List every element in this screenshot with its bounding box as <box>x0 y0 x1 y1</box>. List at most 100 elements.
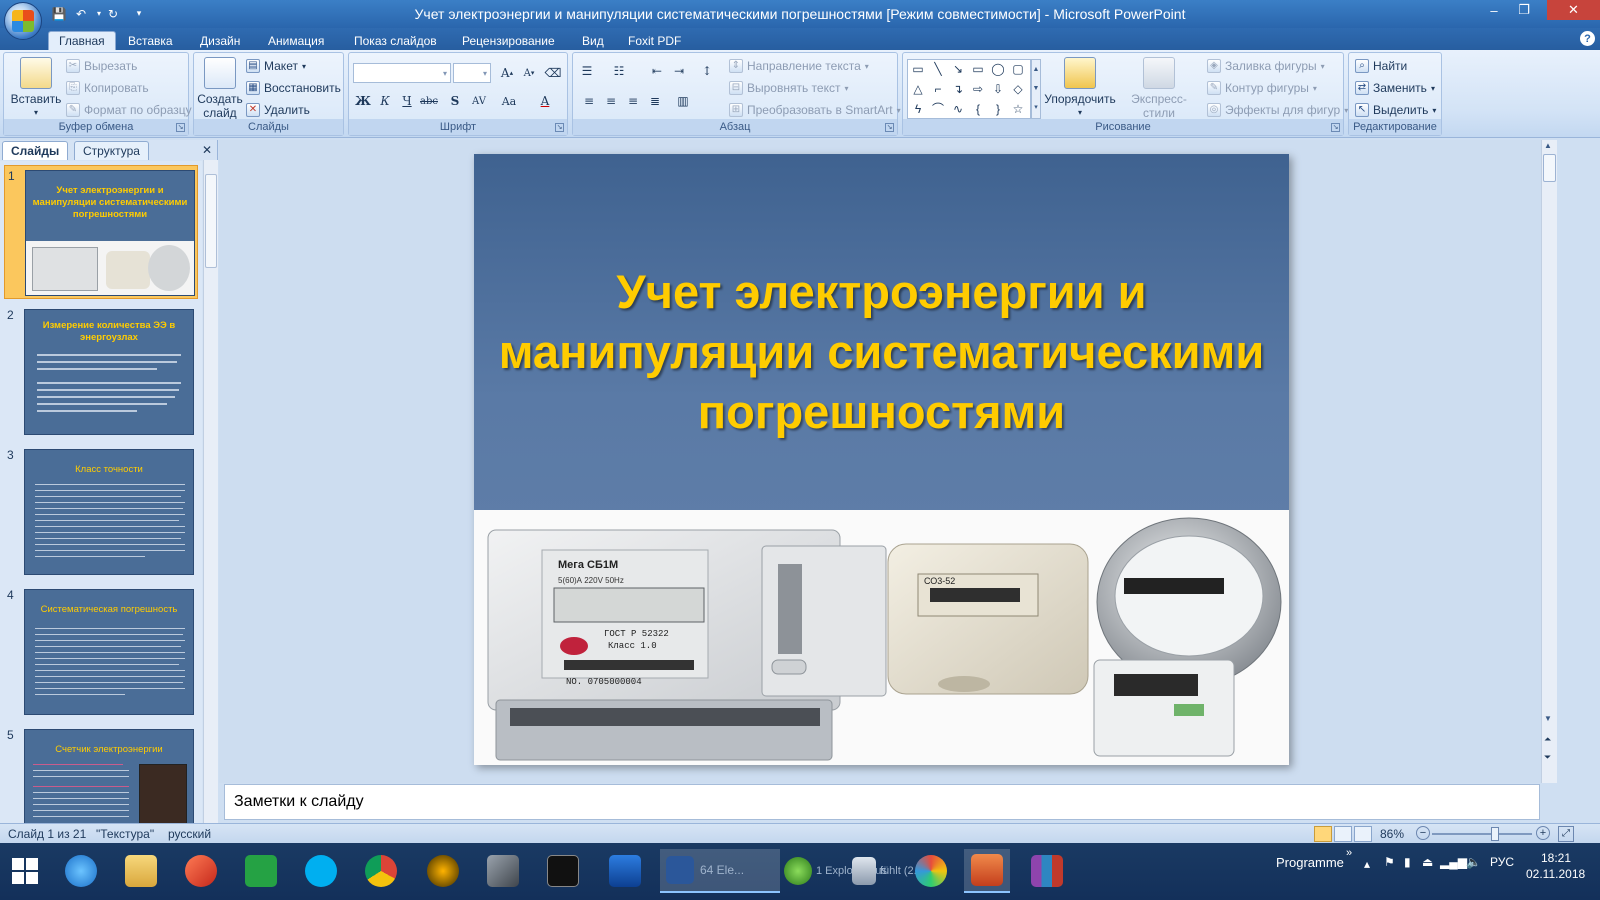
slide-thumbnail-4[interactable]: 4 Систематическая погрешность <box>4 585 198 719</box>
taskbar-chrome[interactable] <box>358 849 404 893</box>
keyboard-language[interactable]: РУС <box>1490 855 1514 869</box>
tray-arrow-icon[interactable]: ▴ <box>1364 857 1370 871</box>
zoom-out-icon[interactable]: − <box>1416 826 1430 840</box>
strikethrough-icon[interactable]: abc <box>419 91 439 111</box>
replace-button[interactable]: ⇄ Заменить ▾ <box>1355 81 1435 95</box>
tray-volume-icon[interactable]: 🔈 <box>1466 855 1481 869</box>
numbering-icon[interactable]: ☷ <box>609 61 629 81</box>
tray-signal-icon[interactable]: ▂▄▆ <box>1440 855 1467 869</box>
tray-usb-icon[interactable]: ⏏ <box>1422 855 1433 869</box>
scroll-down-icon[interactable]: ▼ <box>1544 714 1552 723</box>
arrange-button[interactable]: Упорядочить ▾ <box>1044 57 1116 120</box>
slide-title[interactable]: Учет электроэнергии и манипуляции систем… <box>494 262 1269 442</box>
bullets-icon[interactable]: ☰ <box>577 61 597 81</box>
taskbar-app-red[interactable] <box>178 849 224 893</box>
taskbar-store[interactable] <box>238 849 284 893</box>
freeform-shape-icon[interactable]: ◇ <box>1010 82 1026 96</box>
pane-tab-outline[interactable]: Структура <box>74 141 149 160</box>
minimize-button[interactable]: – <box>1480 0 1508 20</box>
clock-time[interactable]: 18:21 <box>1541 851 1571 865</box>
toolbar-chevron[interactable]: » <box>1346 847 1352 859</box>
clock-date[interactable]: 02.11.2018 <box>1526 867 1585 881</box>
right-brace-shape-icon[interactable]: } <box>990 102 1006 116</box>
right-arrow-shape-icon[interactable]: ⇨ <box>970 82 986 96</box>
align-left-icon[interactable]: ≡ <box>579 91 599 111</box>
align-text-button[interactable]: ⊟ Выровнять текст ▾ <box>729 81 849 95</box>
font-name-combo[interactable]: ▾ <box>353 63 451 83</box>
close-button[interactable]: ✕ <box>1547 0 1600 20</box>
slide-thumbnail-5[interactable]: 5 Счетчик электроэнергии <box>4 725 198 823</box>
smartart-button[interactable]: ⊞ Преобразовать в SmartArt ▾ <box>729 103 901 117</box>
notes-field[interactable]: Заметки к слайду <box>224 784 1540 820</box>
taskbar-winrar[interactable] <box>1024 849 1070 893</box>
slide-thumbnail-2[interactable]: 2 Измерение количества ЭЭ в энергоузлах <box>4 305 198 439</box>
rectangle-shape-icon[interactable]: ▭ <box>970 62 986 76</box>
office-button[interactable] <box>4 2 42 40</box>
shape-effects-button[interactable]: ◎ Эффекты для фигур ▾ <box>1207 103 1348 117</box>
taskbar-powerpoint[interactable] <box>964 849 1010 893</box>
taskbar-word[interactable]: 64 Ele... <box>660 849 780 893</box>
font-size-combo[interactable]: ▾ <box>453 63 491 83</box>
taskbar-ie[interactable] <box>58 849 104 893</box>
shrink-font-icon[interactable]: A ▾ <box>519 63 539 83</box>
slide-thumbnail-1[interactable]: 1 Учет электроэнергии и манипуляции сист… <box>4 165 198 299</box>
help-icon[interactable]: ? <box>1580 31 1595 46</box>
tab-animation[interactable]: Анимация <box>258 31 334 50</box>
arc-shape-icon[interactable]: ⌒ <box>930 102 946 116</box>
star-shape-icon[interactable]: ☆ <box>1010 102 1026 116</box>
shadow-icon[interactable]: S <box>445 91 465 111</box>
delete-slide-button[interactable]: ✕ Удалить <box>246 103 310 117</box>
taskbar-microphone[interactable] <box>480 849 526 893</box>
change-case-icon[interactable]: Aa <box>499 91 519 111</box>
layout-button[interactable]: ▤ Макет ▾ <box>246 59 306 73</box>
zoom-slider-knob[interactable] <box>1491 827 1499 841</box>
taskbar-paint[interactable] <box>908 849 954 893</box>
oval-shape-icon[interactable]: ◯ <box>990 62 1006 76</box>
curve-shape-icon[interactable]: ∿ <box>950 102 966 116</box>
lightning-shape-icon[interactable]: ϟ <box>910 102 926 116</box>
taskbar-network[interactable] <box>602 849 648 893</box>
cut-button[interactable]: ✂ Вырезать <box>66 59 137 73</box>
slideshow-view-icon[interactable] <box>1354 826 1372 842</box>
scroll-up-icon[interactable]: ▲ <box>1544 141 1552 150</box>
zoom-slider[interactable] <box>1432 833 1532 835</box>
new-slide-button[interactable]: Создать слайд <box>196 57 244 120</box>
slide-sorter-view-icon[interactable] <box>1334 826 1352 842</box>
customize-qat-icon[interactable]: ▾ <box>130 5 148 22</box>
taskbar-explorer[interactable] <box>118 849 164 893</box>
tab-slideshow[interactable]: Показ слайдов <box>344 31 447 50</box>
fit-to-window-icon[interactable]: ⤢ <box>1558 826 1574 842</box>
shape-outline-button[interactable]: ✎ Контур фигуры ▾ <box>1207 81 1317 95</box>
zoom-in-icon[interactable]: + <box>1536 826 1550 840</box>
line-shape-icon[interactable]: ╲ <box>930 62 946 76</box>
text-direction-button[interactable]: ⇕ Направление текста ▾ <box>729 59 869 73</box>
slide-scroll-thumb[interactable] <box>1543 154 1556 182</box>
arrow-line-shape-icon[interactable]: ↘ <box>950 62 966 76</box>
normal-view-icon[interactable] <box>1314 826 1332 842</box>
grow-font-icon[interactable]: A ▴ <box>497 63 517 83</box>
taskbar-aimp[interactable] <box>420 849 466 893</box>
maximize-button[interactable]: ❐ <box>1510 0 1538 20</box>
format-painter-button[interactable]: ✎ Формат по образцу <box>66 103 192 117</box>
triangle-shape-icon[interactable]: △ <box>910 82 926 96</box>
undo-icon[interactable]: ↶ <box>72 5 90 22</box>
tab-design[interactable]: Дизайн <box>190 31 250 50</box>
reset-button[interactable]: ▦ Восстановить <box>246 81 341 95</box>
line-spacing-icon[interactable]: ↕ <box>697 61 717 81</box>
clear-formatting-icon[interactable]: ⌫ <box>543 63 563 83</box>
elbow-connector-shape-icon[interactable]: ⌐ <box>930 82 946 96</box>
textbox-shape-icon[interactable]: ▭ <box>910 62 926 76</box>
bold-icon[interactable]: Ж <box>353 91 373 111</box>
align-center-icon[interactable]: ≡ <box>601 91 621 111</box>
next-slide-icon[interactable]: ⏷ <box>1544 752 1551 763</box>
underline-icon[interactable]: Ч <box>397 91 417 111</box>
elbow-arrow-shape-icon[interactable]: ↴ <box>950 82 966 96</box>
slide-scrollbar[interactable]: ▲ ▼ ⏶ ⏷ <box>1541 140 1557 783</box>
shapes-gallery-scroll[interactable]: ▲ ▼ ▾ <box>1031 59 1041 119</box>
clipboard-launcher-icon[interactable]: ↘ <box>176 123 185 132</box>
font-color-icon[interactable]: A <box>535 91 555 111</box>
decrease-indent-icon[interactable]: ⇤ <box>647 61 667 81</box>
tab-insert[interactable]: Вставка <box>118 31 183 50</box>
tray-flag-icon[interactable]: ⚑ <box>1384 855 1395 869</box>
shape-fill-button[interactable]: ◈ Заливка фигуры ▾ <box>1207 59 1325 73</box>
